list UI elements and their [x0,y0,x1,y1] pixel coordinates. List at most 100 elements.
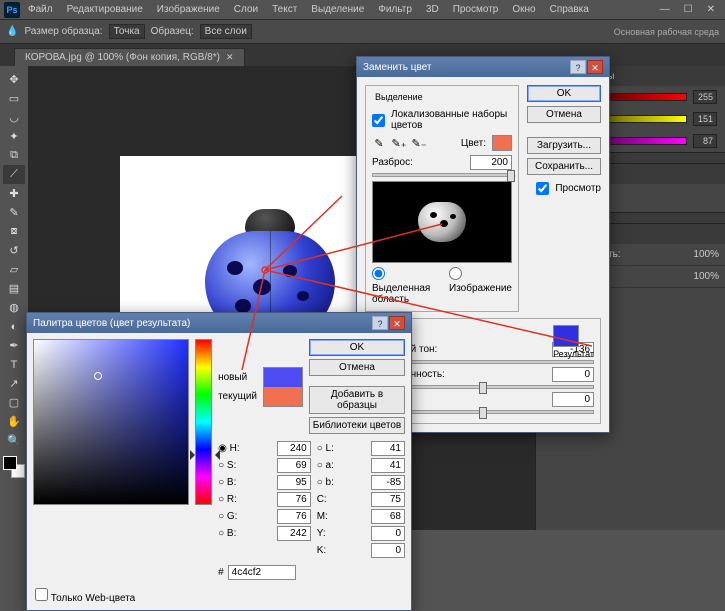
document-tab[interactable]: КОРОВА.jpg @ 100% (Фон копия, RGB/8*) ✕ [14,48,245,66]
history-brush-tool[interactable]: ↺ [3,241,25,260]
hue-strip[interactable] [195,339,212,505]
close-icon[interactable]: ✕ [587,60,603,74]
path-tool[interactable]: ↗ [3,374,25,393]
foreground-color[interactable] [3,456,17,470]
blue-value[interactable]: 87 [693,134,717,148]
preview-checkbox[interactable]: Просмотр [527,182,601,195]
eyedropper-icon[interactable]: ✎ [372,136,386,150]
ok-button[interactable]: OK [309,339,405,356]
gradient-tool[interactable]: ▤ [3,279,25,298]
a-value[interactable]: 41 [371,458,405,473]
dodge-tool[interactable]: ◐ [3,317,25,336]
hue-radio[interactable]: ◉ H: [218,443,271,454]
window-minimize[interactable]: — [654,2,676,17]
crop-tool[interactable]: ⧉ [3,146,25,165]
libraries-button[interactable]: Библиотеки цветов [309,417,405,434]
s-value[interactable]: 69 [277,458,311,473]
close-icon[interactable]: ✕ [226,52,234,63]
fuzziness-value[interactable]: 200 [470,155,512,170]
selection-preview[interactable] [372,181,512,263]
localized-checkbox[interactable]: Локализованные наборы цветов [372,109,512,131]
eyedropper-tool[interactable]: ⟋ [3,165,25,184]
red-value[interactable]: 255 [693,90,717,104]
type-tool[interactable]: T [3,355,25,374]
cancel-button[interactable]: Отмена [309,359,405,376]
menu-help[interactable]: Справка [544,2,595,17]
brush-tool[interactable]: ✎ [3,203,25,222]
menu-filter[interactable]: Фильтр [372,2,418,17]
b-radio[interactable]: ○ B: [218,477,271,488]
b2-value[interactable]: -85 [371,475,405,490]
saturation-value-field[interactable] [33,339,189,505]
add-swatch-button[interactable]: Добавить в образцы [309,386,405,414]
sample-layers-select[interactable]: Все слои [200,24,252,39]
menu-text[interactable]: Текст [266,2,303,17]
sampled-color-swatch[interactable] [492,135,512,151]
shape-tool[interactable]: ▢ [3,393,25,412]
menu-view[interactable]: Просмотр [447,2,505,17]
sample-size-select[interactable]: Точка [109,24,145,39]
g-value[interactable]: 76 [277,509,311,524]
menu-select[interactable]: Выделение [305,2,370,17]
replace-color-titlebar[interactable]: Заменить цвет ?✕ [357,57,609,77]
r-value[interactable]: 76 [277,492,311,507]
l-radio[interactable]: ○ L: [317,443,365,454]
zoom-tool[interactable]: 🔍 [3,431,25,450]
hand-tool[interactable]: ✋ [3,412,25,431]
r-radio[interactable]: ○ R: [218,494,271,505]
fill-value[interactable]: 100% [693,271,719,282]
m-value[interactable]: 68 [371,509,405,524]
result-color-swatch[interactable] [553,325,579,347]
l-value[interactable]: 41 [371,441,405,456]
opacity-value[interactable]: 100% [693,249,719,260]
saturation-value[interactable]: 0 [552,367,594,382]
pen-tool[interactable]: ✒ [3,336,25,355]
eraser-tool[interactable]: ▱ [3,260,25,279]
bb-value[interactable]: 242 [277,526,311,541]
ok-button[interactable]: OK [527,85,601,102]
b2-radio[interactable]: ○ b: [317,477,365,488]
cancel-button[interactable]: Отмена [527,106,601,123]
move-tool[interactable]: ✥ [3,70,25,89]
marquee-tool[interactable]: ▭ [3,89,25,108]
a-radio[interactable]: ○ a: [317,460,365,471]
menu-window[interactable]: Окно [506,2,541,17]
green-value[interactable]: 151 [693,112,717,126]
load-button[interactable]: Загрузить... [527,137,601,154]
color-picker-titlebar[interactable]: Палитра цветов (цвет результата) ?✕ [27,313,411,333]
s-radio[interactable]: ○ S: [218,460,271,471]
y-value[interactable]: 0 [371,526,405,541]
menu-file[interactable]: Файл [22,2,59,17]
help-icon[interactable]: ? [372,316,388,330]
wand-tool[interactable]: ✦ [3,127,25,146]
save-button[interactable]: Сохранить... [527,158,601,175]
k-value[interactable]: 0 [371,543,405,558]
stamp-tool[interactable]: ⧇ [3,222,25,241]
menu-edit[interactable]: Редактирование [61,2,149,17]
menu-image[interactable]: Изображение [151,2,226,17]
c-value[interactable]: 75 [371,492,405,507]
radio-image[interactable]: Изображение [449,267,512,305]
fuzziness-slider[interactable] [372,173,512,177]
g-radio[interactable]: ○ G: [218,511,271,522]
h-value[interactable]: 240 [277,441,311,456]
heal-tool[interactable]: ✚ [3,184,25,203]
b-value[interactable]: 95 [277,475,311,490]
eyedropper-plus-icon[interactable]: ✎₊ [392,136,406,150]
lasso-tool[interactable]: ◡ [3,108,25,127]
color-compare-swatch[interactable] [263,367,303,407]
help-icon[interactable]: ? [570,60,586,74]
blur-tool[interactable]: ◍ [3,298,25,317]
hex-value[interactable]: 4c4cf2 [228,565,296,580]
close-icon[interactable]: ✕ [389,316,405,330]
web-only-checkbox[interactable]: Только Web-цвета [35,588,135,604]
menu-3d[interactable]: 3D [420,2,445,17]
eyedropper-minus-icon[interactable]: ✎₋ [412,136,426,150]
window-close[interactable]: ✕ [701,2,721,17]
menu-layers[interactable]: Слои [228,2,264,17]
window-maximize[interactable]: ☐ [678,2,699,17]
radio-selection[interactable]: Выделенная область [372,267,437,305]
workspace-switcher[interactable]: Основная рабочая среда [614,27,719,37]
lightness-value[interactable]: 0 [552,392,594,407]
color-wells[interactable] [3,456,25,478]
